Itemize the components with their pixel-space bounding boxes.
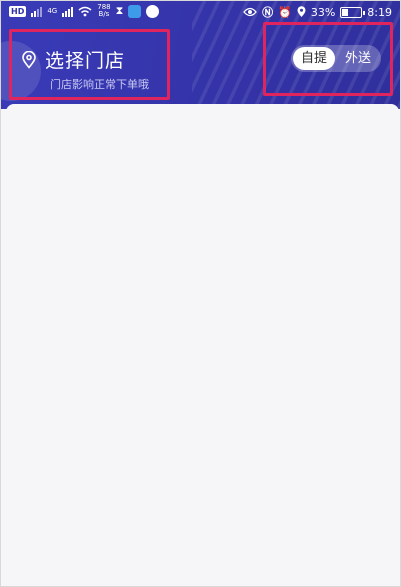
battery-percent: 33% [310,5,336,19]
delivery-option[interactable]: 外送 [337,47,379,70]
location-pin-icon [22,51,36,69]
eye-icon [243,7,257,17]
network-speed-unit: B/s [98,10,110,18]
app-notification-icon [128,4,142,18]
status-bar-right: Ⓝ ⏰ 33% 8:19 [243,4,392,20]
pickup-option[interactable]: 自提 [293,47,335,70]
delivery-mode-highlight: 自提 外送 [263,22,393,96]
hd-icon: HD [9,5,27,17]
battery-fill [342,8,349,16]
clock: 8:19 [367,5,392,19]
nfc-icon: Ⓝ [262,6,274,19]
battery-icon [340,6,366,18]
delivery-mode-toggle[interactable]: 自提 外送 [291,45,381,72]
app-notification-icon-2 [146,4,160,18]
network-type-label: 4G [47,7,58,15]
signal-icon-2 [62,6,74,17]
hourglass-icon: ⧗ [115,4,124,17]
store-subtitle: 门店影响正常下单哦 [50,78,149,91]
status-bar-left: HD 4G 788 B/s ⧗ [9,4,160,18]
header: HD 4G 788 B/s ⧗ Ⓝ ⏰ 33% 8:19 选择门店 门店影响正常… [1,1,400,109]
content-area [6,104,399,586]
store-title: 选择门店 [45,50,126,72]
network-speed: 788 B/s [97,4,110,18]
app-screen: HD 4G 788 B/s ⧗ Ⓝ ⏰ 33% 8:19 选择门店 门店影响正常… [0,0,401,587]
location-icon [297,6,306,17]
signal-icon [31,6,43,17]
store-selector[interactable]: 选择门店 门店影响正常下单哦 [9,29,170,100]
alarm-icon: ⏰ [278,5,292,19]
wifi-icon [78,6,92,16]
